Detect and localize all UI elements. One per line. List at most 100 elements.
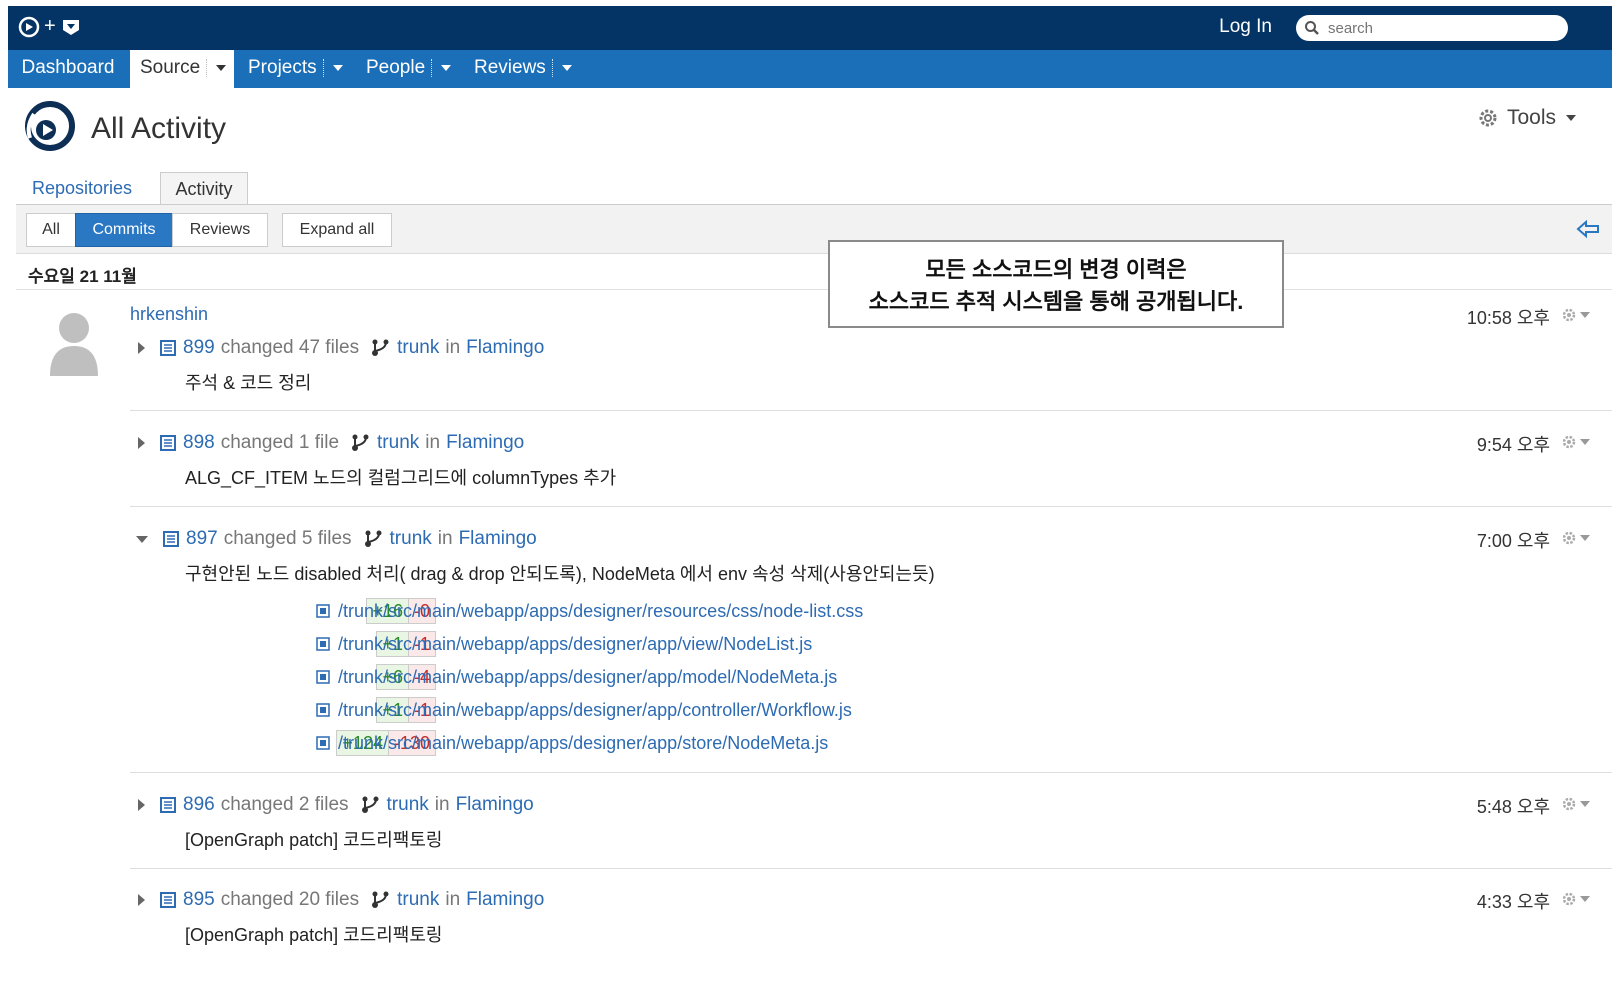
nav-dashboard[interactable]: Dashboard [8, 50, 128, 88]
branch-link[interactable]: trunk [390, 528, 432, 550]
changed-files-text: changed 2 files [220, 794, 349, 815]
page-logo [22, 98, 78, 159]
collapse-toggle-icon[interactable] [136, 535, 148, 543]
commit-gear-menu[interactable] [1561, 891, 1590, 907]
nav-people[interactable]: People [366, 50, 452, 88]
search-box[interactable] [1296, 15, 1568, 41]
nav-reviews-label: Reviews [474, 57, 546, 78]
chevron-down-icon [1580, 312, 1590, 318]
project-link[interactable]: Flamingo [459, 528, 537, 550]
filter-toolbar: All Commits Reviews Expand all [16, 204, 1612, 254]
date-label: 수요일 21 11월 [28, 267, 137, 286]
login-link[interactable]: Log In [1219, 16, 1272, 38]
commit-time: 10:58 오후 [1466, 308, 1550, 328]
callout-line-1: 모든 소스코드의 변경 이력은 [925, 257, 1187, 282]
revision-link[interactable]: 898 [183, 432, 215, 454]
chevron-down-icon [441, 64, 452, 71]
branch-icon [372, 339, 389, 356]
tab-repositories[interactable]: Repositories [22, 172, 162, 204]
commit-gear-menu[interactable] [1561, 530, 1590, 546]
expand-all-button[interactable]: Expand all [282, 213, 392, 247]
app-window: + Log In Dashboard Source Projects Peopl… [8, 6, 1612, 988]
filter-all-button[interactable]: All [26, 213, 76, 247]
branch-link[interactable]: trunk [397, 889, 439, 911]
nav-projects[interactable]: Projects [248, 50, 343, 88]
file-path-link[interactable]: /trunk/src/main/webapp/apps/designer/res… [338, 601, 863, 622]
nav-people-label: People [366, 57, 426, 78]
file-path-link[interactable]: /trunk/src/main/webapp/apps/designer/app… [338, 667, 837, 688]
chevron-down-icon [216, 64, 227, 71]
changeset-icon [160, 435, 176, 451]
file-path-link[interactable]: /trunk/src/main/webapp/apps/designer/app… [338, 733, 828, 754]
changed-files-text: changed 20 files [220, 889, 360, 910]
expand-toggle-icon[interactable] [138, 437, 145, 449]
branch-link[interactable]: trunk [377, 432, 419, 454]
author-link[interactable]: hrkenshin [130, 304, 208, 325]
gear-icon [1562, 797, 1576, 811]
app-logo[interactable]: + [18, 15, 82, 38]
revision-link[interactable]: 896 [183, 794, 215, 816]
commit-time: 7:00 오후 [1476, 531, 1550, 551]
changeset-icon [160, 797, 176, 813]
nav-source[interactable]: Source [130, 50, 234, 88]
branch-link[interactable]: trunk [387, 794, 429, 816]
back-arrow-icon[interactable] [1576, 219, 1600, 239]
commit-message: 구현안된 노드 disabled 처리( drag & drop 안되도록), … [185, 564, 935, 584]
branch-link[interactable]: trunk [397, 337, 439, 359]
filter-commits-button[interactable]: Commits [75, 213, 173, 247]
branch-icon [361, 796, 379, 813]
project-link[interactable]: Flamingo [466, 337, 544, 359]
file-icon [316, 736, 330, 750]
callout-line-2: 소스코드 추적 시스템을 통해 공개됩니다. [868, 289, 1244, 314]
expand-toggle-icon[interactable] [138, 894, 145, 906]
nav-reviews[interactable]: Reviews [474, 50, 572, 88]
commit-gear-menu[interactable] [1561, 307, 1590, 323]
commit-message: [OpenGraph patch] 코드리팩토링 [185, 830, 443, 850]
project-link[interactable]: Flamingo [446, 432, 524, 454]
file-icon [316, 703, 330, 717]
file-icon [316, 670, 330, 684]
file-row: /trunk/src/main/webapp/apps/designer/app… [316, 664, 837, 690]
commit-gear-menu[interactable] [1561, 434, 1590, 450]
revision-link[interactable]: 895 [183, 889, 215, 911]
tools-menu[interactable]: Tools [1477, 106, 1576, 130]
nav-dashboard-label: Dashboard [21, 57, 115, 78]
gear-icon [1562, 435, 1576, 449]
chevron-down-icon [1580, 801, 1590, 807]
branch-icon [364, 530, 382, 547]
commit-message: ALG_CF_ITEM 노드의 컬럼그리드에 columnTypes 추가 [185, 468, 617, 488]
nav-projects-label: Projects [248, 57, 317, 78]
gear-icon [1562, 308, 1576, 322]
search-input[interactable] [1326, 18, 1550, 38]
file-path-link[interactable]: /trunk/src/main/webapp/apps/designer/app… [338, 700, 852, 721]
annotation-callout: 모든 소스코드의 변경 이력은 소스코드 추적 시스템을 통해 공개됩니다. [828, 240, 1284, 328]
top-bar: + Log In [8, 6, 1612, 50]
tab-activity[interactable]: Activity [160, 172, 248, 205]
commit-message: 주석 & 코드 정리 [185, 373, 312, 393]
project-link[interactable]: Flamingo [466, 889, 544, 911]
chevron-down-icon [1580, 896, 1590, 902]
commit-time: 9:54 오후 [1476, 435, 1550, 455]
changed-files-text: changed 47 files [220, 337, 360, 358]
file-row: /trunk/src/main/webapp/apps/designer/app… [316, 631, 812, 657]
chevron-down-icon [1580, 535, 1590, 541]
in-text: in [445, 889, 461, 910]
changed-files-text: changed 1 file [220, 432, 340, 453]
expand-toggle-icon[interactable] [138, 342, 145, 354]
avatar [46, 308, 102, 383]
expand-toggle-icon[interactable] [138, 799, 145, 811]
file-path-link[interactable]: /trunk/src/main/webapp/apps/designer/app… [338, 634, 812, 655]
changeset-icon [160, 340, 176, 356]
commit-gear-menu[interactable] [1561, 796, 1590, 812]
commit-time: 5:48 오후 [1476, 797, 1550, 817]
revision-link[interactable]: 897 [186, 528, 218, 550]
project-link[interactable]: Flamingo [456, 794, 534, 816]
gear-icon [1562, 892, 1576, 906]
in-text: in [437, 528, 453, 549]
chevron-down-icon [561, 64, 572, 71]
branch-icon [372, 891, 389, 908]
file-row: /trunk/src/main/webapp/apps/designer/app… [316, 697, 852, 723]
gear-icon [1562, 531, 1576, 545]
revision-link[interactable]: 899 [183, 337, 215, 359]
filter-reviews-button[interactable]: Reviews [172, 213, 268, 247]
